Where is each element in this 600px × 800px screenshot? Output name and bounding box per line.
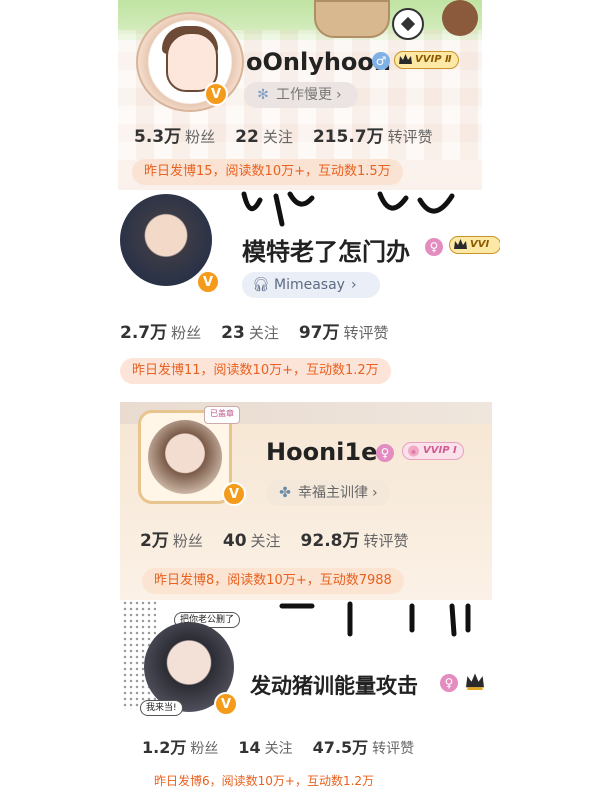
status-text: 工作慢更 bbox=[276, 87, 332, 103]
profile-card-4[interactable]: 把你老公删了 我来当! V 发动猪训能量攻击 ♀ 1.2万 粉丝 14 关注 47.5万… bbox=[122, 600, 490, 800]
followers-count[interactable]: 1.2万 bbox=[142, 738, 186, 757]
stats-row: 2.7万 粉丝 23 关注 97万 转评赞 bbox=[120, 318, 409, 343]
following-count[interactable]: 22 bbox=[235, 127, 259, 147]
reposts-count[interactable]: 215.7万 bbox=[313, 127, 384, 147]
verified-badge-icon: V bbox=[222, 482, 246, 506]
avatar[interactable] bbox=[136, 12, 244, 112]
profile-card-1[interactable]: V oOnlyhoon ♂ VVIP Ⅱ ✻ 工作慢更 › 5.3万 粉丝 22 关注 21… bbox=[118, 0, 482, 196]
following-label: 关注 bbox=[262, 128, 293, 146]
following-label: 关注 bbox=[248, 324, 279, 342]
followers-label: 粉丝 bbox=[171, 324, 202, 342]
reposts-label: 转评赞 bbox=[343, 324, 389, 342]
crown-icon bbox=[399, 54, 412, 64]
followers-label: 粉丝 bbox=[185, 128, 216, 146]
reposts-label: 转评赞 bbox=[363, 532, 409, 550]
reposts-count[interactable]: 92.8万 bbox=[301, 531, 360, 551]
piggy-icon bbox=[408, 445, 419, 457]
reposts-count[interactable]: 97万 bbox=[299, 323, 340, 343]
following-count[interactable]: 23 bbox=[221, 323, 245, 343]
reposts-label: 转评赞 bbox=[372, 741, 415, 757]
status-text: 幸福主训律 bbox=[298, 485, 368, 501]
vip-label: VVIP Ⅰ bbox=[423, 445, 457, 456]
reposts-count[interactable]: 47.5万 bbox=[313, 738, 368, 757]
activity-summary: 昨日发博6，阅读数10万+，互动数1.2万 bbox=[154, 774, 375, 788]
male-icon: ♂ bbox=[372, 52, 390, 70]
stats-row: 1.2万 粉丝 14 关注 47.5万 转评赞 bbox=[142, 734, 434, 758]
female-icon: ♀ bbox=[440, 674, 458, 692]
stats-row: 2万 粉丝 40 关注 92.8万 转评赞 bbox=[140, 526, 429, 551]
stats-row: 5.3万 粉丝 22 关注 215.7万 转评赞 bbox=[134, 122, 453, 147]
avatar[interactable] bbox=[148, 420, 222, 494]
following-label: 关注 bbox=[264, 741, 293, 757]
stamp-tag: 已盖章 bbox=[204, 406, 240, 424]
vip-label: VVIP Ⅱ bbox=[415, 54, 452, 65]
profile-card-3[interactable]: 已盖章 V Hooni1e ♀ VVIP Ⅰ ✤ 幸福主训律 › 2万 粉丝 40 关注 9… bbox=[120, 402, 492, 600]
female-icon: ♀ bbox=[376, 444, 394, 462]
speech-bubble-bottom: 我来当! bbox=[140, 700, 183, 716]
avatar[interactable] bbox=[120, 194, 212, 286]
scribble-decoration bbox=[241, 191, 455, 227]
crown-icon bbox=[466, 673, 484, 690]
crown-icon bbox=[454, 239, 467, 249]
verified-badge-icon: V bbox=[196, 270, 220, 294]
chevron-right-icon: › bbox=[350, 277, 357, 293]
username[interactable]: oOnlyhoon bbox=[246, 48, 391, 76]
activity-summary: 昨日发博11，阅读数10万+，互动数1.2万 bbox=[120, 358, 391, 384]
female-icon: ♀ bbox=[425, 238, 443, 256]
verified-badge-icon: V bbox=[204, 82, 228, 106]
username[interactable]: Hooni1e bbox=[266, 438, 377, 466]
activity-summary: 昨日发博15，阅读数10万+，互动数1.5万 bbox=[132, 159, 403, 185]
status-pill[interactable]: ✤ 幸福主训律 › bbox=[266, 480, 390, 506]
headphones-icon: 🎧︎ bbox=[252, 277, 270, 293]
username[interactable]: 发动猪训能量攻击 bbox=[250, 670, 418, 700]
vip-label: VVI bbox=[470, 239, 490, 250]
profile-card-2[interactable]: V 模特老了怎门办 ♀ VVI 🎧︎ Mimeasay › 2.7万 粉丝 23 关注 97… bbox=[104, 190, 500, 395]
vip-badge[interactable]: VVI bbox=[449, 236, 500, 254]
source-pill[interactable]: 🎧︎ Mimeasay › bbox=[242, 272, 380, 298]
followers-count[interactable]: 2.7万 bbox=[120, 323, 167, 343]
clover-icon: ✤ bbox=[279, 485, 291, 501]
source-text: Mimeasay bbox=[274, 277, 345, 293]
soccer-ball-decoration bbox=[392, 8, 424, 40]
following-label: 关注 bbox=[250, 532, 281, 550]
followers-count[interactable]: 5.3万 bbox=[134, 127, 181, 147]
followers-label: 粉丝 bbox=[190, 741, 219, 757]
activity-summary: 昨日发博8，阅读数10万+，互动数7988 bbox=[142, 568, 404, 594]
reposts-label: 转评赞 bbox=[387, 128, 433, 146]
following-count[interactable]: 14 bbox=[238, 738, 260, 757]
vip-badge[interactable]: VVIP Ⅱ bbox=[394, 51, 459, 69]
snowflake-icon: ✻ bbox=[257, 87, 269, 103]
chevron-right-icon: › bbox=[336, 87, 342, 103]
following-count[interactable]: 40 bbox=[223, 531, 247, 551]
status-pill[interactable]: ✻ 工作慢更 › bbox=[244, 82, 358, 108]
followers-count[interactable]: 2万 bbox=[140, 531, 169, 551]
followers-label: 粉丝 bbox=[172, 532, 203, 550]
verified-badge-icon: V bbox=[214, 692, 238, 716]
vip-badge[interactable]: VVIP Ⅰ bbox=[402, 442, 464, 460]
chevron-right-icon: › bbox=[372, 485, 378, 501]
scribble-decoration bbox=[279, 601, 471, 637]
basket-decoration bbox=[314, 0, 390, 38]
username[interactable]: 模特老了怎门办 bbox=[242, 232, 410, 267]
teddy-bear-decoration bbox=[442, 0, 478, 36]
